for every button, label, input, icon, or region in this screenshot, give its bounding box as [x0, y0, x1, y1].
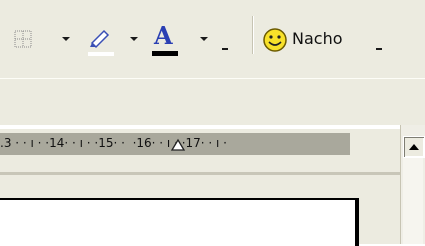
toolbar-options-tick[interactable] [222, 48, 228, 50]
font-color-button[interactable]: A [150, 24, 180, 58]
highlight-dropdown-arrow[interactable] [130, 37, 138, 41]
highlight-button[interactable] [86, 27, 112, 51]
horizontal-ruler[interactable]: .3 · · ı · ·14· · ı · ·15· · ·16· · ı · … [0, 133, 350, 155]
borders-button[interactable] [14, 30, 32, 48]
font-color-icon: A [154, 21, 173, 50]
highlighter-pen-icon [90, 29, 110, 49]
formatting-toolbar: A Nacho [0, 0, 425, 79]
user-name-label[interactable]: Nacho [292, 30, 343, 48]
scroll-up-arrow-icon [409, 144, 419, 150]
user-smiley-button[interactable] [262, 27, 288, 53]
font-color-bar [152, 51, 178, 56]
ruler-labels: .3 · · ı · ·14· · ı · ·15· · ·16· · ı · … [0, 136, 227, 150]
ruler-bottom-edge [0, 172, 400, 175]
scroll-up-button[interactable] [403, 136, 425, 158]
borders-icon [14, 30, 32, 48]
toolbar-separator [252, 16, 253, 54]
font-color-dropdown-arrow[interactable] [200, 37, 208, 41]
highlight-color-bar [88, 52, 114, 56]
smiley-face-icon [263, 28, 287, 52]
document-page[interactable] [0, 198, 359, 246]
toolbar-lower-band [0, 79, 425, 125]
borders-dropdown-arrow[interactable] [62, 37, 70, 41]
right-indent-marker[interactable] [170, 138, 186, 152]
scrollbar-track[interactable] [403, 158, 423, 244]
user-options-tick[interactable] [376, 48, 382, 50]
